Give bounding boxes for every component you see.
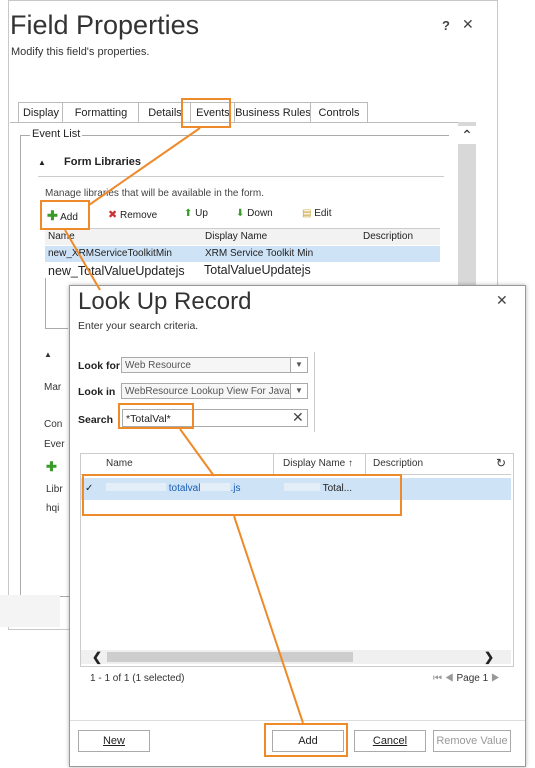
annotation-connectors — [64, 127, 304, 724]
